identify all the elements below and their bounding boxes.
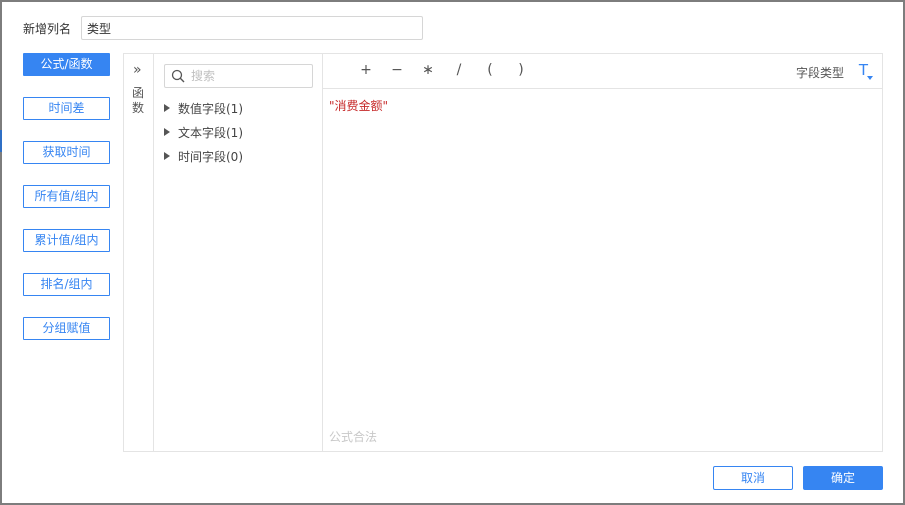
time-diff-button[interactable]: 时间差: [23, 97, 110, 120]
search-icon: [171, 69, 185, 83]
divide-operator-button[interactable]: /: [451, 62, 467, 78]
formula-panel: » 函数 数值字段(1) 文本字段(1) 时间字段(0): [123, 53, 883, 452]
operator-toolbar: + − ∗ / ( ) 字段类型 T: [323, 54, 882, 89]
plus-operator-button[interactable]: +: [358, 62, 374, 78]
function-sidebar: » 函数: [124, 54, 154, 451]
field-search-input[interactable]: [191, 68, 307, 84]
all-values-group-button[interactable]: 所有值/组内: [23, 185, 110, 208]
field-search-box: [164, 64, 313, 88]
rank-group-button[interactable]: 排名/组内: [23, 273, 110, 296]
confirm-button[interactable]: 确定: [803, 466, 883, 490]
minus-operator-button[interactable]: −: [389, 62, 405, 78]
tree-group-time[interactable]: 时间字段(0): [164, 147, 243, 165]
formula-function-button[interactable]: 公式/函数: [23, 53, 110, 76]
add-column-dialog: 新增列名 公式/函数 时间差 获取时间 所有值/组内 累计值/组内 排名/组内 …: [2, 2, 903, 503]
caret-down-icon[interactable]: [867, 76, 873, 80]
multiply-operator-button[interactable]: ∗: [420, 62, 436, 78]
expand-functions-icon[interactable]: »: [133, 63, 142, 77]
left-paren-button[interactable]: (: [482, 62, 498, 78]
tree-group-label: 文本字段(1): [178, 125, 243, 140]
formula-text[interactable]: "消费金额": [329, 97, 388, 114]
formula-status: 公式合法: [329, 430, 378, 444]
tree-group-label: 时间字段(0): [178, 149, 243, 164]
formula-editor[interactable]: + − ∗ / ( ) 字段类型 T "消费金额" 公式合法: [323, 54, 882, 451]
cancel-button[interactable]: 取消: [713, 466, 793, 490]
column-name-input[interactable]: [81, 16, 423, 40]
tree-group-text[interactable]: 文本字段(1): [164, 123, 243, 141]
expand-triangle-icon[interactable]: [164, 104, 170, 112]
expand-triangle-icon[interactable]: [164, 128, 170, 136]
functions-label[interactable]: 函数: [132, 86, 146, 116]
tree-group-label: 数值字段(1): [178, 101, 243, 116]
get-time-button[interactable]: 获取时间: [23, 141, 110, 164]
column-name-label: 新增列名: [23, 21, 72, 36]
formula-type-buttons: 公式/函数 时间差 获取时间 所有值/组内 累计值/组内 排名/组内 分组赋值: [23, 53, 110, 361]
right-paren-button[interactable]: ): [513, 62, 529, 78]
group-assign-button[interactable]: 分组赋值: [23, 317, 110, 340]
field-type-label: 字段类型: [795, 66, 844, 80]
column-name-row: 新增列名: [23, 16, 423, 40]
expand-triangle-icon[interactable]: [164, 152, 170, 160]
cumulative-group-button[interactable]: 累计值/组内: [23, 229, 110, 252]
tree-group-numeric[interactable]: 数值字段(1): [164, 99, 243, 117]
field-list: 数值字段(1) 文本字段(1) 时间字段(0): [154, 54, 323, 451]
